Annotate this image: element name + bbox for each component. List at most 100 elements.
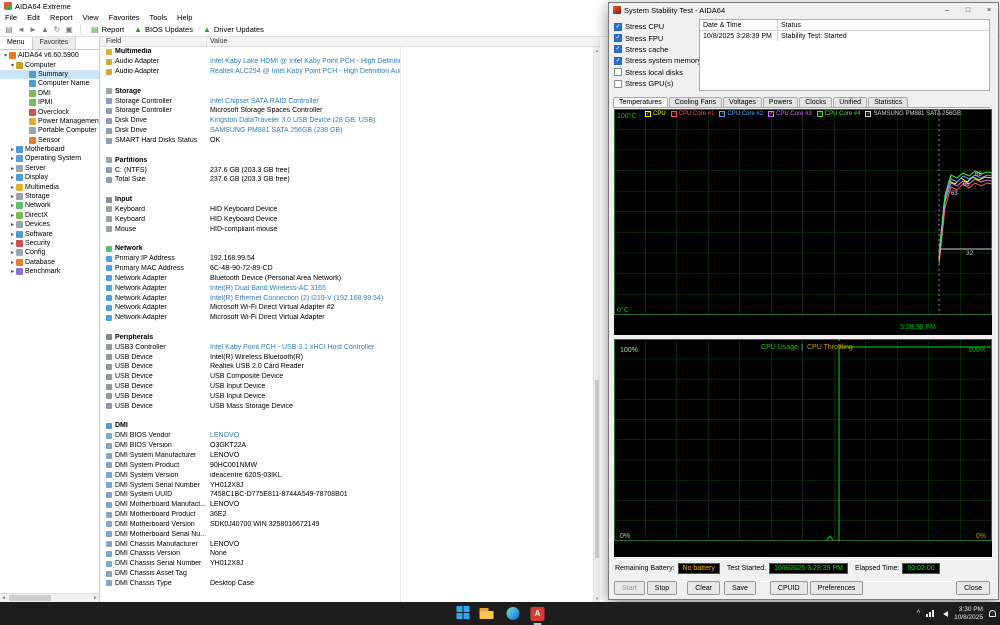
collapsed-icon[interactable]: ▸: [9, 231, 16, 238]
tree-item-power-management[interactable]: Power Management: [0, 117, 99, 126]
tree-item-operating-system[interactable]: ▸ Operating System: [0, 154, 99, 163]
legend-checkbox-icon[interactable]: ✓: [670, 111, 677, 117]
table-row[interactable]: Disk Drive Kingston DataTraveler 3.0 USB …: [100, 116, 593, 126]
tree-item-network[interactable]: ▸ Network: [0, 201, 99, 210]
tree-item-database[interactable]: ▸ Database: [0, 258, 99, 267]
expanded-icon[interactable]: ▾: [9, 62, 16, 69]
legend-item-samsung-pm881-sata-256gb[interactable]: ✓ SAMSUNG PM881 SATA 256GB: [865, 111, 961, 117]
checkbox-unchecked-icon[interactable]: [614, 68, 622, 77]
toolbar-bios-updates-button[interactable]: ▲ BIOS Updates: [129, 25, 198, 34]
collapsed-icon[interactable]: ▸: [9, 184, 16, 191]
collapsed-icon[interactable]: ▸: [9, 221, 16, 228]
table-row[interactable]: Disk Drive SAMSUNG PM881 SATA 256GB (238 …: [100, 126, 593, 136]
file-explorer-taskbar-icon[interactable]: [479, 606, 496, 622]
collapsed-icon[interactable]: ▸: [9, 155, 16, 162]
legend-item-cpu-core-4[interactable]: ✓ CPU Core #4: [816, 111, 860, 117]
refresh-icon[interactable]: ↻: [51, 25, 63, 34]
sidebar-tab-menu[interactable]: Menu: [0, 37, 33, 49]
collapsed-icon[interactable]: ▸: [9, 249, 16, 256]
table-row[interactable]: DMI BIOS Version O3GKT22A: [100, 441, 593, 451]
legend-checkbox-icon[interactable]: ✓: [719, 111, 726, 117]
toolbar-driver-updates-button[interactable]: ▲ Driver Updates: [198, 25, 269, 34]
tree-item-multimedia[interactable]: ▸ Multimedia: [0, 182, 99, 191]
collapsed-icon[interactable]: ▸: [9, 193, 16, 200]
tree-item-computer-name[interactable]: Computer Name: [0, 79, 99, 88]
tree-item-benchmark[interactable]: ▸ Benchmark: [0, 267, 99, 276]
stress-option-stress-gpu-s[interactable]: Stress GPU(s): [614, 78, 701, 89]
tree-item-motherboard[interactable]: ▸ Motherboard: [0, 145, 99, 154]
toolbar-report-button[interactable]: ▤ Report: [86, 25, 129, 34]
tree-item-server[interactable]: ▸ Server: [0, 164, 99, 173]
tray-chevron-icon[interactable]: ^: [917, 610, 920, 617]
table-row[interactable]: DMI System Serial Number YH012X8J: [100, 480, 593, 490]
vertical-scrollbar[interactable]: ▲ ▼: [593, 47, 600, 602]
up-icon[interactable]: ▲: [39, 25, 51, 34]
table-row[interactable]: DMI Motherboard Version SDK0J40700 WIN 32…: [100, 520, 593, 530]
expanded-icon[interactable]: ▾: [2, 52, 9, 59]
table-row[interactable]: Audio Adapter Realtek ALC294 @ Intel Kaby…: [100, 67, 593, 77]
close-button[interactable]: Close: [956, 581, 990, 595]
print-icon[interactable]: ▣: [63, 25, 75, 34]
table-row[interactable]: DMI System Manufacturer LENOVO: [100, 451, 593, 461]
tree-item-security[interactable]: ▸ Security: [0, 239, 99, 248]
checkbox-checked-icon[interactable]: ✓: [614, 34, 622, 43]
legend-checkbox-icon[interactable]: ✓: [768, 111, 775, 117]
tree-item-summary[interactable]: Summary: [0, 69, 99, 80]
stress-option-stress-cache[interactable]: ✓ Stress cache: [614, 44, 701, 55]
network-icon[interactable]: [926, 610, 935, 617]
table-row[interactable]: C: (NTFS) 237.6 GB (203.3 GB free): [100, 165, 593, 175]
table-row[interactable]: USB Device USB Composite Device: [100, 372, 593, 382]
menu-report[interactable]: Report: [45, 13, 78, 22]
table-row[interactable]: Keyboard HID Keyboard Device: [100, 205, 593, 215]
value-cell[interactable]: Intel Chipset SATA RAID Controller: [207, 98, 400, 105]
table-row[interactable]: DMI Chassis Serial Number YH012X8J: [100, 559, 593, 569]
tree-item-computer[interactable]: ▾ Computer: [0, 60, 99, 69]
table-row[interactable]: USB Device Realtek USB 2.0 Card Reader: [100, 362, 593, 372]
menu-edit[interactable]: Edit: [22, 13, 45, 22]
stress-option-stress-cpu[interactable]: ✓ Stress CPU: [614, 21, 701, 32]
legend-item-cpu[interactable]: ✓ CPU: [645, 111, 666, 117]
table-row[interactable]: DMI System Version ideacentre 620S-03IKL: [100, 470, 593, 480]
value-column-header[interactable]: Value: [207, 37, 600, 46]
checkbox-unchecked-icon[interactable]: [614, 79, 622, 88]
minimize-button[interactable]: –: [938, 4, 956, 17]
stress-option-stress-fpu[interactable]: ✓ Stress FPU: [614, 32, 701, 43]
checkbox-checked-icon[interactable]: ✓: [614, 45, 622, 54]
checkbox-checked-icon[interactable]: ✓: [614, 56, 622, 65]
tab-cooling-fans[interactable]: Cooling Fans: [668, 97, 723, 107]
close-icon[interactable]: ×: [980, 4, 998, 17]
table-row[interactable]: Mouse HID-compliant mouse: [100, 224, 593, 234]
tree-item-ipmi[interactable]: IPMI: [0, 98, 99, 107]
table-row[interactable]: Total Size 237.6 GB (203.3 GB free): [100, 175, 593, 185]
table-row[interactable]: USB3 Controller Intel Kaby Point PCH - US…: [100, 342, 593, 352]
tab-powers[interactable]: Powers: [762, 97, 799, 107]
back-icon[interactable]: ◄: [15, 25, 27, 34]
value-cell[interactable]: Realtek ALC294 @ Intel Kaby Point PCH - …: [207, 68, 400, 75]
sidebar-tab-favorites[interactable]: Favorites: [32, 37, 77, 49]
field-column-header[interactable]: Field: [100, 37, 207, 46]
scrollbar-thumb[interactable]: [9, 595, 51, 601]
value-cell[interactable]: Intel(R) Dual Band Wireless-AC 3165: [207, 285, 400, 292]
tree-item-overclock[interactable]: Overclock: [0, 107, 99, 116]
edge-taskbar-icon[interactable]: [505, 606, 521, 622]
tree-item-display[interactable]: ▸ Display: [0, 173, 99, 182]
value-cell[interactable]: SAMSUNG PM881 SATA 256GB (238 GB): [207, 127, 400, 134]
legend-item-cpu-core-1[interactable]: ✓ CPU Core #1: [670, 111, 714, 117]
checkbox-checked-icon[interactable]: ✓: [614, 22, 622, 31]
scrollbar-thumb[interactable]: [595, 380, 599, 558]
collapsed-icon[interactable]: ▸: [9, 212, 16, 219]
tree-item-software[interactable]: ▸ Software: [0, 229, 99, 238]
legend-checkbox-icon[interactable]: ✓: [816, 111, 823, 117]
table-row[interactable]: DMI Motherboard Serial Nu...: [100, 529, 593, 539]
tree-item-directx[interactable]: ▸ DirectX: [0, 211, 99, 220]
table-row[interactable]: DMI Motherboard Product 36E2: [100, 510, 593, 520]
save-button[interactable]: Save: [723, 581, 756, 595]
value-cell[interactable]: LENOVO: [207, 432, 400, 439]
collapsed-icon[interactable]: ▸: [9, 146, 16, 153]
table-row[interactable]: USB Device USB Input Device: [100, 392, 593, 402]
tab-voltages[interactable]: Voltages: [723, 97, 762, 107]
preferences-button[interactable]: Preferences: [809, 581, 864, 595]
notification-bell-icon[interactable]: [989, 610, 996, 617]
tree-item-aida64-v6-60-5900[interactable]: ▾ AIDA64 v6.60.5900: [0, 51, 99, 60]
collapsed-icon[interactable]: ▸: [9, 165, 16, 172]
